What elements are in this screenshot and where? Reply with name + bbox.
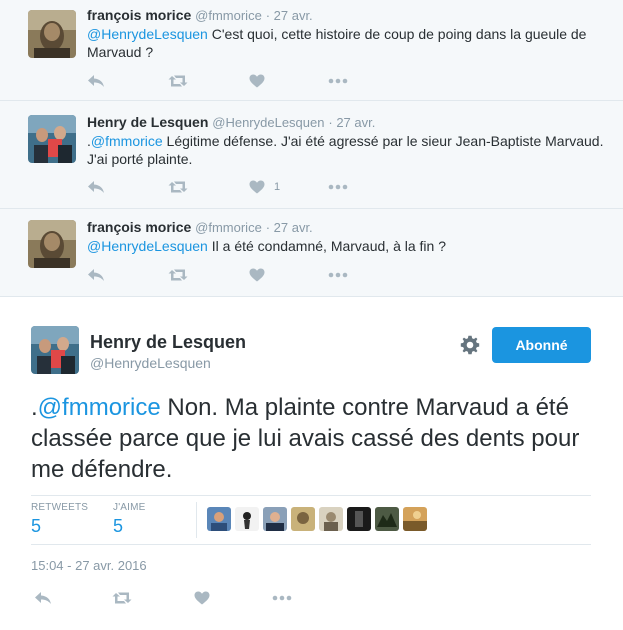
tweet-body: Légitime défense. J'ai été agressé par l… [87, 133, 604, 167]
reply-tweet-1[interactable]: françois morice @fmmorice · 27 avr. @Hen… [0, 0, 623, 101]
author-handle[interactable]: @fmmorice [195, 8, 262, 23]
liker-avatar[interactable] [263, 507, 287, 531]
stats-divider [196, 502, 197, 538]
mention-link[interactable]: @fmmorice [38, 394, 161, 421]
author-name[interactable]: françois morice [87, 7, 191, 23]
mention-link[interactable]: @HenrydeLesquen [87, 26, 208, 42]
reply-tweet-2[interactable]: Henry de Lesquen @HenrydeLesquen · 27 av… [0, 101, 623, 209]
tweet-date[interactable]: · 27 avr. [266, 8, 313, 23]
more-icon[interactable] [272, 590, 292, 606]
like-icon[interactable] [249, 73, 269, 89]
retweet-icon[interactable] [168, 73, 188, 89]
avatar[interactable] [28, 10, 76, 58]
tweet-date[interactable]: · 27 avr. [266, 220, 313, 235]
more-icon[interactable] [328, 73, 348, 89]
reply-icon[interactable] [34, 590, 54, 606]
tweet-stats: RETWEETS 5 J'AIME 5 [31, 495, 591, 545]
liker-avatar[interactable] [347, 507, 371, 531]
like-icon[interactable] [194, 590, 214, 606]
follow-button[interactable]: Abonné [492, 327, 591, 363]
tweet-text: .@fmmorice Non. Ma plainte contre Marvau… [31, 392, 601, 485]
gear-icon[interactable] [460, 335, 480, 355]
retweet-icon[interactable] [112, 590, 132, 606]
liker-avatar[interactable] [319, 507, 343, 531]
retweets-label: RETWEETS [31, 502, 89, 513]
tweet-header: françois morice @fmmorice · 27 avr. [87, 7, 313, 23]
tweet-text: @HenrydeLesquen C'est quoi, cette histoi… [87, 25, 607, 61]
avatar[interactable] [28, 115, 76, 163]
like-count: 1 [274, 181, 281, 193]
retweets-stat[interactable]: RETWEETS 5 [31, 502, 88, 537]
like-icon[interactable] [249, 267, 269, 283]
reply-icon[interactable] [87, 73, 107, 89]
retweets-count[interactable]: 5 [31, 516, 88, 537]
author-name[interactable]: Henry de Lesquen [87, 114, 208, 130]
liker-avatar[interactable] [375, 507, 399, 531]
author-handle[interactable]: @HenrydeLesquen [90, 355, 211, 371]
tweet-timestamp[interactable]: 15:04 - 27 avr. 2016 [31, 558, 147, 573]
likes-stat[interactable]: J'AIME 5 [113, 502, 146, 537]
like-icon[interactable] [249, 179, 269, 195]
retweet-icon[interactable] [168, 267, 188, 283]
likes-label: J'AIME [113, 502, 146, 513]
more-icon[interactable] [328, 267, 348, 283]
tweet-text: @HenrydeLesquen Il a été condamné, Marva… [87, 237, 607, 255]
author-name[interactable]: Henry de Lesquen [90, 332, 246, 353]
tweet-header: Henry de Lesquen @HenrydeLesquen · 27 av… [87, 114, 375, 130]
retweet-icon[interactable] [168, 179, 188, 195]
reply-icon[interactable] [87, 179, 107, 195]
mention-link[interactable]: @HenrydeLesquen [87, 238, 208, 254]
liker-avatar[interactable] [207, 507, 231, 531]
more-icon[interactable] [328, 179, 348, 195]
reply-tweet-3[interactable]: françois morice @fmmorice · 27 avr. @Hen… [0, 209, 623, 297]
author-handle[interactable]: @HenrydeLesquen [212, 115, 324, 130]
liker-avatar[interactable] [235, 507, 259, 531]
reply-icon[interactable] [87, 267, 107, 283]
tweet-text: .@fmmorice Légitime défense. J'ai été ag… [87, 132, 607, 168]
mention-link[interactable]: @fmmorice [91, 133, 163, 149]
author-name[interactable]: françois morice [87, 219, 191, 235]
tweet-header: françois morice @fmmorice · 27 avr. [87, 219, 313, 235]
liker-avatar[interactable] [403, 507, 427, 531]
avatar[interactable] [28, 220, 76, 268]
author-handle[interactable]: @fmmorice [195, 220, 262, 235]
liker-avatar[interactable] [291, 507, 315, 531]
likers-avatars [207, 507, 431, 533]
tweet-date[interactable]: · 27 avr. [328, 115, 375, 130]
tweet-prefix: . [31, 394, 38, 421]
main-tweet: Henry de Lesquen @HenrydeLesquen Abonné … [0, 297, 623, 630]
tweet-body: Il a été condamné, Marvaud, à la fin ? [207, 238, 446, 254]
likes-count[interactable]: 5 [113, 516, 146, 537]
avatar[interactable] [31, 326, 79, 374]
